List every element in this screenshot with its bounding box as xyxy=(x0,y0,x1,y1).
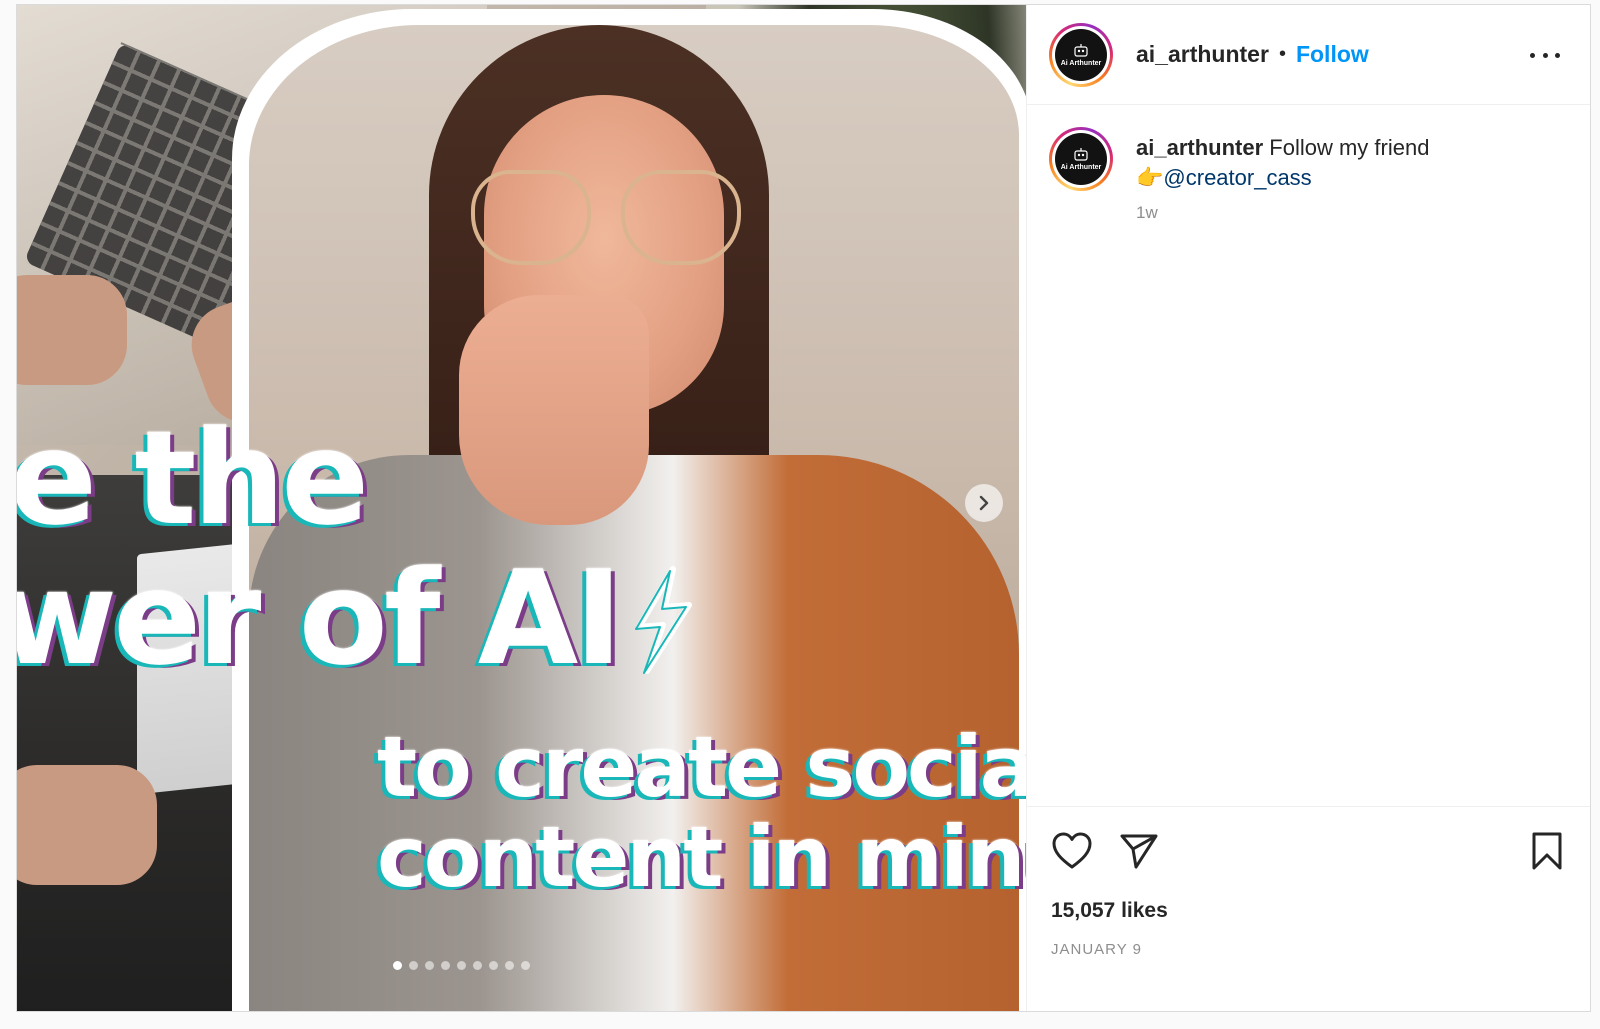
hand-shape xyxy=(17,765,157,885)
post-media[interactable]: Cr e the wer of AI to create socia conte… xyxy=(17,5,1026,1011)
caption-avatar[interactable]: Ai Arthunter xyxy=(1049,127,1113,191)
overlay-line-2: wer of AI xyxy=(17,542,623,694)
save-button[interactable] xyxy=(1530,831,1564,871)
caption-timestamp[interactable]: 1w xyxy=(1136,203,1429,223)
avatar-logo-text: Ai Arthunter xyxy=(1060,164,1102,171)
post-side-panel: Ai Arthunter ai_arthunter • Follow Ai Ar… xyxy=(1026,5,1590,1011)
follow-button[interactable]: Follow xyxy=(1296,41,1369,68)
carousel-dot xyxy=(473,961,482,970)
hand-shape xyxy=(17,275,127,385)
caption-username[interactable]: ai_arthunter xyxy=(1136,135,1263,160)
heart-icon xyxy=(1052,832,1092,869)
action-bar xyxy=(1051,829,1566,873)
overlay-line-4: content in minu xyxy=(377,808,1026,906)
post-actions-area: 15,057 likes JANUARY 9 xyxy=(1027,806,1590,1011)
carousel-dot xyxy=(425,961,434,970)
share-button[interactable] xyxy=(1119,832,1159,870)
caption-message: Follow my friend xyxy=(1269,135,1430,160)
carousel-dot xyxy=(489,961,498,970)
mention-link[interactable]: @creator_cass xyxy=(1163,165,1311,190)
comments-section: Ai Arthunter ai_arthunter Follow my frie… xyxy=(1027,105,1590,806)
robot-logo-icon xyxy=(1074,43,1088,57)
hand-on-chin-shape xyxy=(459,295,649,525)
share-icon xyxy=(1120,834,1158,869)
carousel-dot xyxy=(409,961,418,970)
carousel-indicator xyxy=(17,961,1026,970)
likes-count[interactable]: 15,057 likes xyxy=(1051,899,1566,923)
header-separator: • xyxy=(1278,43,1286,65)
author-avatar[interactable]: Ai Arthunter xyxy=(1049,22,1113,87)
post-header: Ai Arthunter ai_arthunter • Follow xyxy=(1027,5,1590,105)
avatar-logo-text: Ai Arthunter xyxy=(1060,59,1102,67)
carousel-dot xyxy=(521,961,530,970)
caption: Ai Arthunter ai_arthunter Follow my frie… xyxy=(1049,127,1568,223)
post-date[interactable]: JANUARY 9 xyxy=(1051,941,1566,958)
like-button[interactable] xyxy=(1051,831,1093,871)
carousel-dot xyxy=(441,961,450,970)
robot-logo-icon xyxy=(1074,148,1088,161)
post-dialog: Cr e the wer of AI to create socia conte… xyxy=(16,4,1591,1012)
author-username[interactable]: ai_arthunter xyxy=(1136,41,1269,68)
chevron-right-icon xyxy=(979,495,989,511)
overlay-line-3: to create socia xyxy=(377,718,1026,816)
more-options-icon[interactable] xyxy=(1530,43,1560,67)
overlay-line-1: e the xyxy=(17,402,369,554)
carousel-dot xyxy=(457,961,466,970)
glasses-shape xyxy=(471,170,741,270)
carousel-dot xyxy=(393,961,402,970)
caption-text: ai_arthunter Follow my friend 👉@creator_… xyxy=(1136,133,1429,193)
lightning-bolt-icon xyxy=(635,566,692,674)
pointing-hand-emoji: 👉 xyxy=(1136,165,1164,190)
carousel-dot xyxy=(505,961,514,970)
carousel-next-button[interactable] xyxy=(965,484,1003,522)
bookmark-icon xyxy=(1532,832,1562,870)
